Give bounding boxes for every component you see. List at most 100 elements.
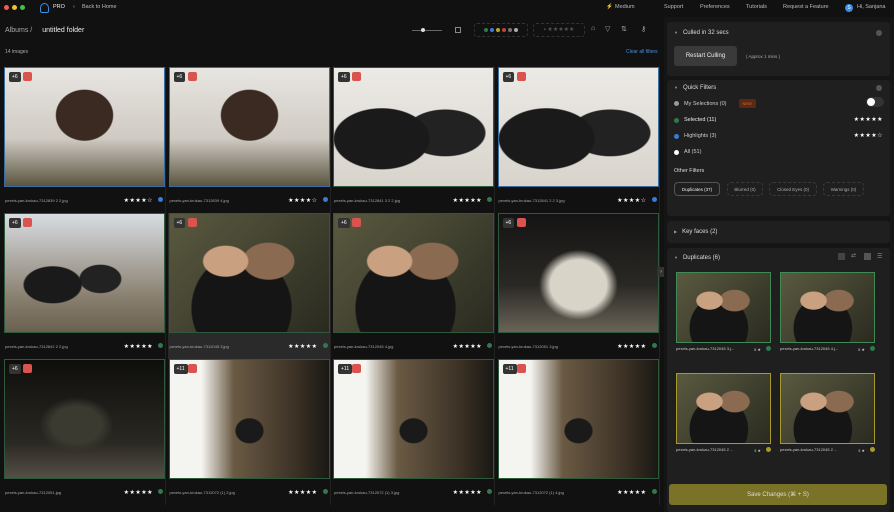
- star-rating[interactable]: ★★★★☆: [124, 198, 153, 204]
- photo-thumbnail[interactable]: +6: [4, 359, 165, 479]
- star-rating[interactable]: ★★★★★: [617, 490, 646, 496]
- reject-icon[interactable]: [187, 72, 197, 81]
- color-label-dot[interactable]: [870, 447, 875, 452]
- stack-count-badge[interactable]: +11: [173, 364, 188, 374]
- maximize-window-button[interactable]: [20, 5, 25, 10]
- duplicate-thumbnail[interactable]: [780, 272, 875, 343]
- color-label-dot[interactable]: [487, 197, 492, 202]
- zoom-slider[interactable]: [412, 28, 442, 32]
- duplicate-thumbnail[interactable]: [676, 373, 771, 444]
- photo-thumbnail[interactable]: +11: [497, 359, 659, 479]
- stack-count-badge[interactable]: +6: [9, 218, 21, 228]
- list-view-icon[interactable]: ☰: [877, 253, 882, 260]
- key-icon[interactable]: ⚷: [641, 25, 646, 33]
- duplicate-thumbnail[interactable]: [780, 373, 875, 444]
- image-card[interactable]: +6 pexels-yan-krukau-7312051 3.jpg ★★★★★: [497, 213, 660, 359]
- caret-down-icon[interactable]: ▼: [674, 30, 678, 35]
- color-label-dot[interactable]: [487, 489, 492, 494]
- my-selections-toggle[interactable]: [866, 97, 884, 107]
- stack-count-badge[interactable]: +6: [502, 218, 515, 228]
- closed-eyes-filter-pill[interactable]: Closed Eyes (0): [769, 182, 817, 196]
- reject-icon[interactable]: [352, 218, 361, 227]
- tutorials-link[interactable]: Tutorials: [746, 4, 767, 10]
- reject-icon[interactable]: [516, 364, 526, 373]
- photo-thumbnail[interactable]: +6: [497, 67, 659, 187]
- reject-icon[interactable]: [352, 364, 361, 373]
- photo-thumbnail[interactable]: +6: [4, 213, 165, 333]
- save-changes-button[interactable]: Save Changes (⌘ + S): [669, 484, 887, 505]
- info-icon[interactable]: [876, 85, 882, 91]
- filter-icon[interactable]: ▽: [605, 25, 610, 33]
- photo-thumbnail[interactable]: +6: [333, 67, 494, 187]
- support-link[interactable]: Support: [664, 4, 683, 10]
- image-card[interactable]: +6 pexels-yan-krukau-7312841 3 2 2.jpg ★★…: [332, 67, 495, 213]
- request-feature-link[interactable]: Request a Feature: [783, 4, 829, 10]
- image-card[interactable]: +6 pexels-yan-krukau-7312839 4.jpg ★★★★☆: [168, 67, 331, 213]
- duplicates-filter-pill[interactable]: Duplicates (37): [674, 182, 720, 196]
- color-label-dot[interactable]: [158, 197, 163, 202]
- stack-count-badge[interactable]: +6: [338, 218, 350, 228]
- reject-icon[interactable]: [187, 218, 197, 227]
- photo-thumbnail[interactable]: +11: [333, 359, 494, 479]
- color-label-dot[interactable]: [487, 343, 492, 348]
- reject-icon[interactable]: [187, 364, 197, 373]
- star-rating[interactable]: ★★★★☆: [288, 198, 317, 204]
- color-label-dot[interactable]: [322, 343, 328, 348]
- duplicate-thumbnail[interactable]: [676, 272, 771, 343]
- user-greeting[interactable]: Hi, Sanjana: [857, 4, 885, 10]
- sort-icon[interactable]: ⇅: [621, 25, 627, 33]
- tag-icon[interactable]: ⌂: [591, 25, 595, 32]
- filter-selected[interactable]: Selected (11): [674, 117, 716, 123]
- star-rating[interactable]: ★★★★★: [124, 344, 153, 350]
- photo-thumbnail[interactable]: +6: [168, 67, 330, 187]
- stack-count-badge[interactable]: +6: [173, 218, 186, 228]
- stack-count-badge[interactable]: +6: [173, 72, 186, 82]
- grid-view-icon[interactable]: [838, 253, 845, 260]
- avatar[interactable]: S: [845, 4, 853, 12]
- star-rating[interactable]: ★★★★★: [288, 344, 317, 350]
- image-card[interactable]: +6 pexels-yan-krukau-7312045 4.jpg ★★★★★: [332, 213, 495, 359]
- color-label-dot[interactable]: [322, 197, 328, 202]
- compare-view-icon[interactable]: [864, 253, 871, 260]
- warnings-filter-pill[interactable]: Warnings (0): [823, 182, 864, 196]
- select-all-icon[interactable]: [455, 27, 461, 33]
- duplicate-item[interactable]: pexels-yan-krukau-7312045 4.j... 5 ★: [780, 272, 875, 356]
- duplicate-item[interactable]: pexels-yan-krukau-7312045 2 ... 3 ★: [780, 373, 875, 457]
- filter-highlights[interactable]: Highlights (3): [674, 133, 716, 139]
- clear-all-filters-link[interactable]: Clear all filters: [626, 49, 658, 55]
- breadcrumb-albums[interactable]: Albums: [5, 27, 28, 34]
- stack-count-badge[interactable]: +6: [9, 72, 21, 82]
- image-card[interactable]: +6 pexels-yan-krukau-7312045 3.jpg ★★★★★: [167, 213, 331, 359]
- star-rating[interactable]: ★★★★★: [124, 490, 153, 496]
- image-card[interactable]: +11 pexels-yan-krukau-7312072 (1) 3.jpg ★…: [332, 359, 495, 505]
- color-label-dot[interactable]: [651, 343, 657, 348]
- photo-thumbnail[interactable]: +6: [333, 213, 494, 333]
- star-rating[interactable]: ★★★★★: [453, 198, 482, 204]
- stack-count-badge[interactable]: +6: [502, 72, 515, 82]
- photo-thumbnail[interactable]: +11: [168, 359, 330, 479]
- stack-count-badge[interactable]: +6: [9, 364, 21, 374]
- rating-filter[interactable]: ▪ ★★★★★: [533, 23, 585, 37]
- image-card[interactable]: +11 pexels-yan-krukau-7312072 (1) 2.jpg ★…: [168, 359, 331, 505]
- minimize-window-button[interactable]: [12, 5, 17, 10]
- star-rating[interactable]: ★★★★★: [453, 490, 482, 496]
- color-label-dot[interactable]: [766, 447, 771, 452]
- image-card[interactable]: +6 pexels-yan-krukau-7312051.jpg ★★★★★: [3, 359, 166, 505]
- photo-thumbnail[interactable]: +6: [4, 67, 165, 187]
- close-window-button[interactable]: [4, 5, 9, 10]
- key-faces-panel[interactable]: ▶ Key faces (2): [667, 221, 890, 243]
- color-label-dot[interactable]: [651, 197, 657, 202]
- stack-count-badge[interactable]: +11: [502, 364, 517, 374]
- photo-thumbnail[interactable]: +6: [497, 213, 659, 333]
- back-to-home-link[interactable]: Back to Home: [82, 4, 117, 10]
- info-icon[interactable]: [876, 30, 882, 36]
- star-rating[interactable]: ★★★★☆: [617, 198, 646, 204]
- filter-all[interactable]: All (51): [674, 149, 701, 155]
- photo-thumbnail[interactable]: +6: [168, 213, 330, 333]
- stack-count-badge[interactable]: +11: [338, 364, 353, 374]
- duplicate-item[interactable]: pexels-yan-krukau-7312045 2 ... 3 ★: [676, 373, 771, 457]
- color-label-dot[interactable]: [158, 489, 163, 494]
- star-rating[interactable]: ★★★★★: [453, 344, 482, 350]
- reject-icon[interactable]: [23, 72, 32, 81]
- stack-count-badge[interactable]: +6: [338, 72, 350, 82]
